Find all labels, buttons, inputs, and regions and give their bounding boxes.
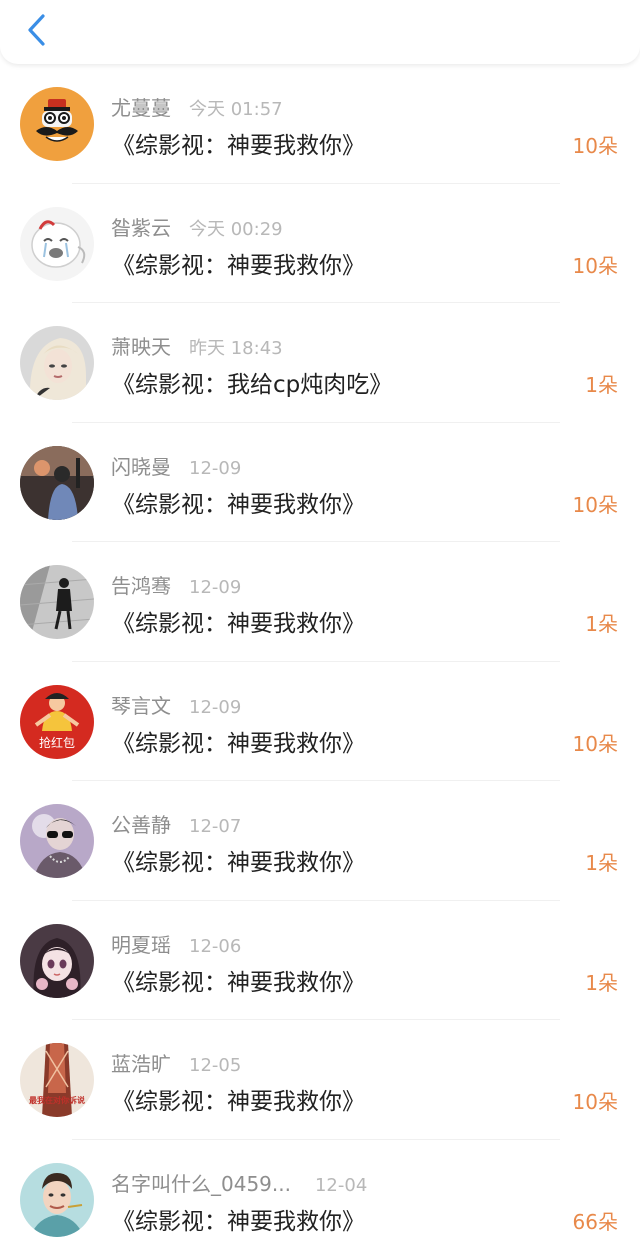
list-item[interactable]: 最我在对你诉说 蓝浩旷 12-05 《综影视：神要我救你》 10朵 — [0, 1020, 640, 1140]
user-name[interactable]: 昝紫云 — [111, 212, 171, 241]
text-caption-avatar: 最我在对你诉说 — [20, 1043, 94, 1117]
item-meta: 尤蔓蔓 今天 01:57 — [111, 92, 283, 121]
chevron-left-icon — [28, 14, 45, 46]
flower-count: 10朵 — [572, 492, 618, 517]
flower-count: 10朵 — [572, 134, 618, 158]
timestamp: 今天 01:57 — [189, 99, 283, 120]
user-name[interactable]: 蓝浩旷 — [111, 1048, 171, 1077]
crying-meme-avatar — [20, 206, 94, 281]
flower-count: 10朵 — [572, 253, 618, 278]
avatar[interactable] — [20, 923, 94, 998]
list-item[interactable]: 昝紫云 今天 00:29 《综影视：神要我救你》 10朵 — [0, 184, 640, 303]
work-title[interactable]: 《综影视：神要我救你》 — [112, 963, 365, 997]
timestamp: 12-07 — [189, 816, 242, 837]
item-meta: 名字叫什么_0459... 12-04 — [111, 1168, 367, 1197]
timestamp: 12-06 — [189, 935, 242, 957]
list-item[interactable]: 闪晓曼 12-09 《综影视：神要我救你》 10朵 — [0, 423, 640, 542]
avatar[interactable] — [20, 326, 94, 400]
work-title[interactable]: 《综影视：我给cp炖肉吃》 — [112, 365, 392, 399]
list-item[interactable]: 萧映天 昨天 18:43 《综影视：我给cp炖肉吃》 1朵 — [0, 303, 640, 423]
work-title[interactable]: 《综影视：神要我救你》 — [112, 1082, 365, 1116]
timestamp: 昨天 18:43 — [189, 338, 283, 359]
work-title[interactable]: 《综影视：神要我救你》 — [112, 126, 365, 160]
list-item[interactable]: 告鸿骞 12-09 《综影视：神要我救你》 1朵 — [0, 542, 640, 662]
user-name[interactable]: 名字叫什么_0459... — [111, 1168, 291, 1197]
avatar[interactable]: 最我在对你诉说 — [20, 1043, 94, 1117]
item-meta: 蓝浩旷 12-05 — [111, 1048, 241, 1077]
item-meta: 明夏瑶 12-06 — [111, 929, 241, 958]
list-item[interactable]: 公善静 12-07 《综影视：神要我救你》 1朵 — [0, 781, 640, 901]
avatar[interactable] — [20, 565, 94, 639]
list-item[interactable]: 抢红包 琴言文 12-09 《综影视：神要我救你》 10朵 — [0, 662, 640, 781]
user-name[interactable]: 明夏瑶 — [111, 929, 171, 958]
flower-count: 1朵 — [585, 373, 618, 397]
item-meta: 萧映天 昨天 18:43 — [111, 331, 283, 360]
monochrome-person-avatar — [20, 565, 94, 639]
user-name[interactable]: 闪晓曼 — [111, 451, 171, 480]
timestamp: 12-09 — [189, 457, 242, 479]
flower-count: 1朵 — [585, 851, 618, 875]
work-title[interactable]: 《综影视：神要我救你》 — [112, 246, 365, 280]
blonde-woman-avatar — [20, 326, 94, 400]
user-name[interactable]: 尤蔓蔓 — [111, 92, 171, 121]
man-portrait-avatar — [20, 1162, 94, 1237]
flower-count: 1朵 — [585, 970, 618, 995]
avatar[interactable] — [20, 1162, 94, 1237]
avatar[interactable]: 抢红包 — [20, 684, 94, 759]
timestamp: 12-05 — [189, 1055, 242, 1076]
item-meta: 告鸿骞 12-09 — [111, 570, 241, 599]
work-title[interactable]: 《综影视：神要我救你》 — [112, 843, 365, 877]
page: 尤蔓蔓 今天 01:57 《综影视：神要我救你》 10朵 昝紫云 今天 00:2… — [0, 0, 640, 1254]
red-envelope-avatar: 抢红包 — [20, 684, 94, 759]
flower-count: 1朵 — [585, 612, 618, 636]
avatar[interactable] — [20, 87, 94, 161]
gift-record-list: 尤蔓蔓 今天 01:57 《综影视：神要我救你》 10朵 昝紫云 今天 00:2… — [0, 64, 640, 1254]
anime-girl-avatar — [20, 923, 94, 998]
timestamp: 12-04 — [314, 1174, 368, 1196]
item-meta: 公善静 12-07 — [111, 809, 241, 838]
mustache-mascot-avatar — [20, 87, 94, 161]
flower-count: 10朵 — [572, 1090, 618, 1114]
avatar[interactable] — [20, 804, 94, 878]
work-title[interactable]: 《综影视：神要我救你》 — [112, 604, 365, 638]
back-button[interactable] — [16, 10, 56, 50]
item-meta: 琴言文 12-09 — [111, 690, 241, 719]
list-item[interactable]: 名字叫什么_0459... 12-04 《综影视：神要我救你》 66朵 — [0, 1140, 640, 1254]
timestamp: 12-09 — [189, 696, 242, 718]
user-name[interactable]: 公善静 — [111, 809, 171, 838]
list-item[interactable]: 明夏瑶 12-06 《综影视：神要我救你》 1朵 — [0, 901, 640, 1020]
work-title[interactable]: 《综影视：神要我救你》 — [112, 724, 365, 758]
timestamp: 12-09 — [189, 577, 242, 598]
item-meta: 闪晓曼 12-09 — [111, 451, 241, 480]
work-title[interactable]: 《综影视：神要我救你》 — [112, 485, 365, 519]
flower-count: 10朵 — [572, 731, 618, 756]
timestamp: 今天 00:29 — [189, 218, 283, 240]
avatar-caption: 抢红包 — [39, 735, 75, 750]
user-name[interactable]: 琴言文 — [111, 690, 171, 719]
sunset-person-avatar — [20, 445, 94, 520]
user-name[interactable]: 萧映天 — [111, 331, 171, 360]
top-bar — [0, 0, 640, 64]
sunglasses-person-avatar — [20, 804, 94, 878]
avatar[interactable] — [20, 206, 94, 281]
user-name[interactable]: 告鸿骞 — [111, 570, 171, 599]
avatar[interactable] — [20, 445, 94, 520]
avatar-caption: 最我在对你诉说 — [29, 1095, 85, 1105]
flower-count: 66朵 — [572, 1209, 618, 1234]
work-title[interactable]: 《综影视：神要我救你》 — [112, 1202, 365, 1236]
item-meta: 昝紫云 今天 00:29 — [111, 212, 283, 241]
list-item[interactable]: 尤蔓蔓 今天 01:57 《综影视：神要我救你》 10朵 — [0, 64, 640, 184]
